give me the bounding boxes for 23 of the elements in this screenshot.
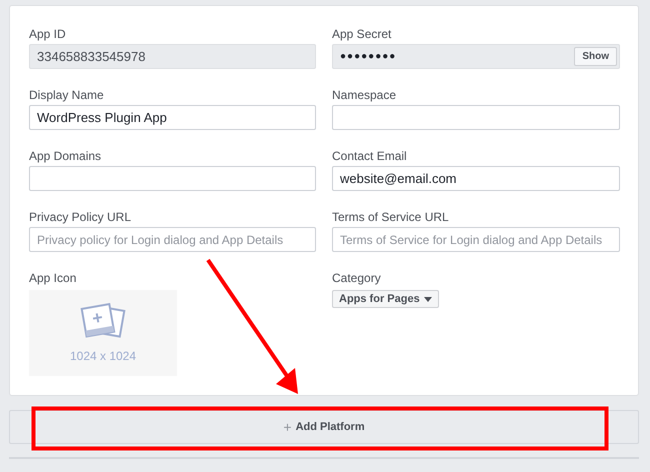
input-field[interactable] <box>29 166 316 191</box>
field-label: App ID <box>29 27 66 42</box>
size-caption: 1024 x 1024 <box>70 349 136 363</box>
field-label: App Secret <box>332 27 392 42</box>
field-label: App Icon <box>29 271 76 286</box>
input-field[interactable]: website@email.com <box>332 166 620 191</box>
masked-secret: ●●●●●●●● <box>340 51 396 62</box>
input-field[interactable]: Terms of Service for Login dialog and App Details <box>332 227 620 252</box>
input-field[interactable]: Privacy policy for Login dialog and App Details <box>29 227 316 252</box>
field-label: Category <box>332 271 381 286</box>
caret-icon <box>424 296 432 302</box>
field-label: Namespace <box>332 88 396 103</box>
field-label: App Domains <box>29 149 102 164</box>
category-dropdown[interactable]: Apps for Pages <box>332 290 439 308</box>
app-id-field: 334658833545978 <box>29 44 316 69</box>
field-label: Privacy Policy URL <box>29 210 132 225</box>
field-label: Display Name <box>29 88 104 103</box>
field-label: Contact Email <box>332 149 407 164</box>
add-platform-button[interactable]: + Add Platform <box>281 417 367 437</box>
field-label: Terms of Service URL <box>332 210 449 225</box>
input-field[interactable]: WordPress Plugin App <box>29 105 316 130</box>
input-field[interactable] <box>332 105 620 130</box>
show-button[interactable]: Show <box>574 47 617 66</box>
